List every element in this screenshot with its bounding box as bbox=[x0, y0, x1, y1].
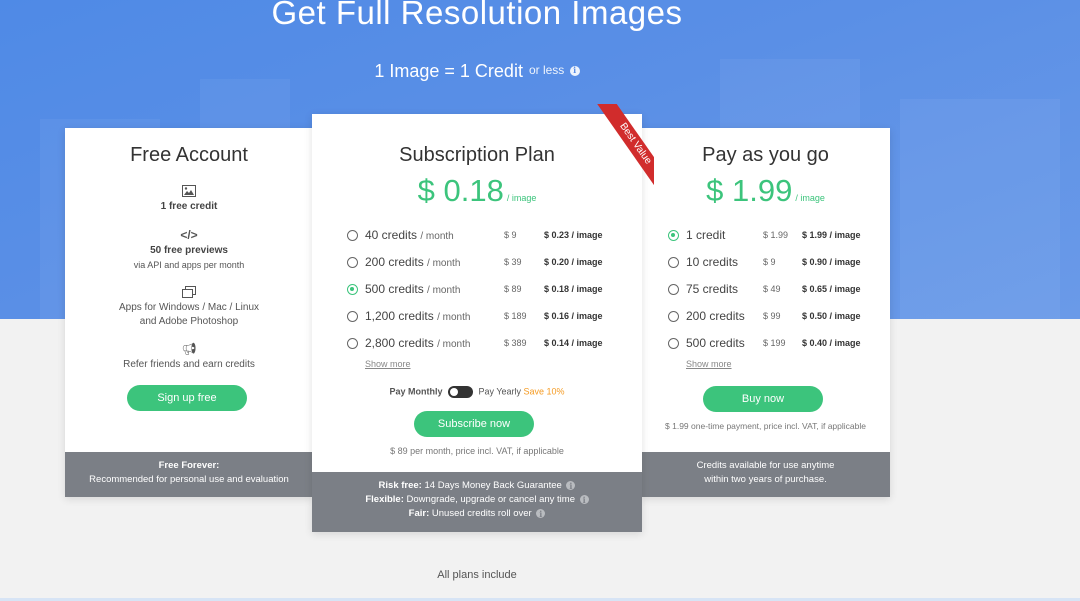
hero-subtitle: 1 Image = 1 Credit or less bbox=[0, 61, 954, 82]
plan-option-40[interactable]: 40 credits / month $ 9 $ 0.23 / image bbox=[312, 228, 642, 246]
hero-title: Get Full Resolution Images bbox=[271, 0, 683, 31]
windows-icon bbox=[182, 286, 196, 298]
info-icon[interactable] bbox=[566, 479, 576, 493]
feature-refer: 📢︎ Refer friends and earn credits bbox=[65, 342, 313, 372]
billing-toggle[interactable] bbox=[447, 386, 473, 398]
payg-price: $ 1.99/ image bbox=[706, 173, 825, 208]
free-card-title: Free Account bbox=[130, 144, 248, 166]
image-icon bbox=[182, 185, 196, 197]
radio-button[interactable] bbox=[668, 257, 679, 268]
info-icon[interactable] bbox=[579, 493, 589, 507]
payg-option-1[interactable]: 1 credit $ 1.99 $ 1.99 / image bbox=[641, 228, 890, 246]
plan-option-1200[interactable]: 1,200 credits / month $ 189 $ 0.16 / ima… bbox=[312, 309, 642, 327]
plan-option-2800[interactable]: 2,800 credits / month $ 389 $ 0.14 / ima… bbox=[312, 336, 642, 354]
buy-now-button[interactable]: Buy now bbox=[703, 386, 823, 412]
billing-toggle-row: Pay Monthly Pay Yearly Save 10% bbox=[389, 386, 565, 398]
radio-button-selected[interactable] bbox=[668, 230, 679, 241]
feature-free-credit: 1 free credit bbox=[65, 184, 313, 214]
radio-button[interactable] bbox=[347, 311, 358, 322]
radio-button[interactable] bbox=[668, 284, 679, 295]
megaphone-icon: 📢︎ bbox=[181, 342, 197, 356]
code-icon: </> bbox=[180, 228, 198, 242]
radio-button[interactable] bbox=[347, 230, 358, 241]
radio-button[interactable] bbox=[347, 257, 358, 268]
feature-apps: Apps for Windows / Mac / Linux and Adobe… bbox=[65, 285, 313, 329]
radio-button[interactable] bbox=[668, 311, 679, 322]
info-icon[interactable] bbox=[536, 507, 546, 521]
or-less-label: or less bbox=[529, 63, 580, 77]
radio-button[interactable] bbox=[668, 338, 679, 349]
subscription-price-note: $ 89 per month, price incl. VAT, if appl… bbox=[390, 446, 564, 456]
payg-price-note: $ 1.99 one-time payment, price incl. VAT… bbox=[665, 421, 866, 431]
subscription-card-footer: Risk free: 14 Days Money Back Guarantee … bbox=[312, 472, 642, 532]
subscription-plan-card: Best Value Subscription Plan $ 0.18/ ima… bbox=[312, 104, 654, 532]
plan-option-500[interactable]: 500 credits / month $ 89 $ 0.18 / image bbox=[312, 282, 642, 300]
payg-option-10[interactable]: 10 credits $ 9 $ 0.90 / image bbox=[641, 255, 890, 273]
show-more-link[interactable]: Show more bbox=[686, 359, 732, 369]
free-account-card: Free Account 1 free credit </> 50 free p… bbox=[65, 128, 313, 497]
payg-option-200[interactable]: 200 credits $ 99 $ 0.50 / image bbox=[641, 309, 890, 327]
best-value-ribbon: Best Value bbox=[554, 104, 654, 204]
plan-option-200[interactable]: 200 credits / month $ 39 $ 0.20 / image bbox=[312, 255, 642, 273]
all-plans-include-heading: All plans include bbox=[437, 569, 517, 581]
hero-subtitle-main: 1 Image = 1 Credit bbox=[374, 61, 523, 81]
sign-up-free-button[interactable]: Sign up free bbox=[127, 385, 247, 411]
pay-as-you-go-card: Pay as you go $ 1.99/ image 1 credit $ 1… bbox=[641, 128, 890, 497]
info-icon[interactable] bbox=[569, 65, 580, 76]
subscribe-now-button[interactable]: Subscribe now bbox=[414, 411, 534, 437]
payg-card-footer: Credits available for use anytime within… bbox=[641, 452, 890, 497]
feature-free-previews: </> 50 free previews via API and apps pe… bbox=[65, 228, 313, 273]
radio-button[interactable] bbox=[347, 338, 358, 349]
radio-button-selected[interactable] bbox=[347, 284, 358, 295]
payg-card-title: Pay as you go bbox=[702, 144, 829, 166]
show-more-link[interactable]: Show more bbox=[365, 359, 411, 369]
payg-option-75[interactable]: 75 credits $ 49 $ 0.65 / image bbox=[641, 282, 890, 300]
free-card-footer: Free Forever: Recommended for personal u… bbox=[65, 452, 313, 497]
payg-option-500[interactable]: 500 credits $ 199 $ 0.40 / image bbox=[641, 336, 890, 354]
